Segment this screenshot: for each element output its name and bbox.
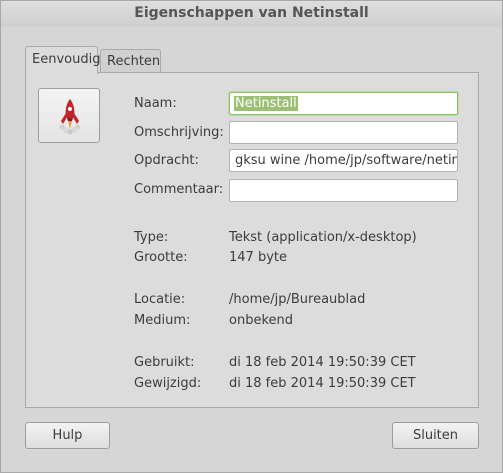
name-value: Netinstall [234,96,298,111]
medium-value: onbekend [229,313,293,328]
window-titlebar[interactable]: Eigenschappen van Netinstall [1,1,502,27]
name-label: Naam: [134,96,177,111]
description-field[interactable] [229,121,458,144]
size-value: 147 byte [229,250,287,265]
help-button-label: Hulp [52,428,83,443]
help-button[interactable]: Hulp [25,422,110,449]
window-title: Eigenschappen van Netinstall [134,5,369,21]
icon-chooser-button[interactable] [38,88,100,143]
close-button-label: Sluiten [412,428,459,443]
comment-field[interactable] [229,179,458,202]
name-field[interactable]: Netinstall [229,92,458,115]
medium-label: Medium: [134,313,191,328]
modified-label: Gewijzigd: [134,376,202,391]
tab-eenvoudig[interactable]: Eenvoudig [25,46,101,74]
used-value: di 18 feb 2014 19:50:39 CET [229,355,416,370]
tab-rechten-label: Rechten [107,54,161,69]
location-label: Locatie: [134,292,186,307]
rocket-icon [59,99,81,135]
location-value: /home/jp/Bureaublad [229,292,366,307]
command-field[interactable]: gksu wine /home/jp/software/netinst [229,149,458,172]
type-value: Tekst (application/x-desktop) [229,230,417,245]
size-label: Grootte: [134,250,188,265]
modified-value: di 18 feb 2014 19:50:39 CET [229,376,416,391]
properties-dialog: Eigenschappen van Netinstall Eenvoudig R… [0,0,503,473]
command-label: Opdracht: [134,153,199,168]
tab-rechten[interactable]: Rechten [100,49,161,73]
tab-eenvoudig-label: Eenvoudig [32,52,101,67]
close-button[interactable]: Sluiten [392,422,479,449]
type-label: Type: [134,230,169,245]
command-value: gksu wine /home/jp/software/netinst [235,153,458,168]
used-label: Gebruikt: [134,355,195,370]
comment-label: Commentaar: [134,182,224,197]
description-label: Omschrijving: [134,125,224,140]
